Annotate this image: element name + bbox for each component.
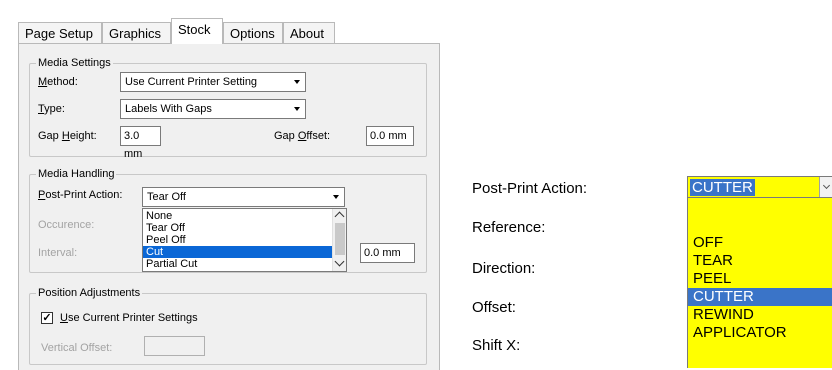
method-combo[interactable]: Use Current Printer Setting bbox=[120, 72, 306, 92]
occurrence-label: Occurence: bbox=[38, 219, 95, 231]
tab-graphics[interactable]: Graphics bbox=[102, 22, 171, 43]
post-print-action-label: Post-Print Action: bbox=[472, 180, 588, 197]
interval-label: Interval: bbox=[38, 247, 78, 259]
gap-height-field[interactable]: 3.0 mm bbox=[120, 126, 161, 160]
interval-field[interactable]: 0.0 mm bbox=[360, 243, 415, 263]
scrollbar-thumb[interactable] bbox=[335, 223, 345, 255]
scroll-up-icon[interactable] bbox=[334, 211, 345, 222]
gap-offset-label: Gap Offset: bbox=[274, 130, 331, 142]
shift-x-label: Shift X: bbox=[472, 337, 521, 354]
tab-page-setup[interactable]: Page Setup bbox=[18, 22, 102, 43]
tab-about[interactable]: About bbox=[283, 22, 335, 43]
media-settings-title: Media Settings bbox=[36, 56, 113, 70]
post-print-dropdown-list[interactable]: None Tear Off Peel Off Cut Partial Cut bbox=[142, 208, 347, 272]
post-print-action-list[interactable]: OFF TEAR PEEL CUTTER REWIND APPLICATOR bbox=[687, 198, 832, 368]
option-off[interactable]: OFF bbox=[688, 234, 832, 252]
option-cutter[interactable]: CUTTER bbox=[688, 288, 832, 306]
dropdown-scrollbar[interactable] bbox=[332, 209, 346, 271]
option-rewind[interactable]: REWIND bbox=[688, 306, 832, 324]
chevron-down-icon[interactable] bbox=[819, 177, 832, 197]
use-current-label: Use Current Printer Settings bbox=[60, 312, 198, 324]
post-print-label: Post-Print Action: bbox=[38, 189, 123, 201]
combo-selected-value: CUTTER bbox=[690, 179, 755, 196]
use-current-checkbox[interactable]: ✓ bbox=[41, 312, 53, 324]
media-handling-title: Media Handling bbox=[36, 167, 117, 181]
chevron-down-icon[interactable] bbox=[329, 190, 342, 204]
type-combo[interactable]: Labels With Gaps bbox=[120, 99, 306, 119]
chevron-down-icon[interactable] bbox=[290, 75, 303, 89]
post-print-value: Tear Off bbox=[147, 191, 186, 203]
option-tear[interactable]: TEAR bbox=[688, 252, 832, 270]
method-label: Method: bbox=[38, 76, 78, 88]
dropdown-option-cut[interactable]: Cut bbox=[143, 246, 346, 258]
dropdown-option-none[interactable]: None bbox=[143, 210, 346, 222]
position-adjustments-title: Position Adjustments bbox=[36, 286, 143, 300]
dropdown-option-tear-off[interactable]: Tear Off bbox=[143, 222, 346, 234]
tab-strip: Page Setup Graphics Stock Options About bbox=[0, 17, 437, 44]
reference-label: Reference: bbox=[472, 219, 546, 236]
scroll-down-icon[interactable] bbox=[334, 256, 345, 267]
dropdown-option-partial-cut[interactable]: Partial Cut bbox=[143, 258, 346, 270]
chevron-down-icon[interactable] bbox=[290, 102, 303, 116]
option-peel[interactable]: PEEL bbox=[688, 270, 832, 288]
gap-offset-field[interactable]: 0.0 mm bbox=[366, 126, 414, 146]
option-applicator[interactable]: APPLICATOR bbox=[688, 324, 832, 342]
vertical-offset-field bbox=[144, 336, 205, 356]
direction-label: Direction: bbox=[472, 260, 536, 277]
offset-label: Offset: bbox=[472, 299, 516, 316]
driver-properties-dialog: Page Setup Graphics Stock Options About … bbox=[0, 0, 440, 370]
tab-options[interactable]: Options bbox=[223, 22, 283, 43]
post-print-combo[interactable]: Tear Off bbox=[142, 187, 345, 207]
method-value: Use Current Printer Setting bbox=[125, 76, 258, 88]
gap-height-label: Gap Height: bbox=[38, 130, 97, 142]
vertical-offset-label: Vertical Offset: bbox=[41, 342, 113, 354]
dropdown-option-peel-off[interactable]: Peel Off bbox=[143, 234, 346, 246]
tab-stock[interactable]: Stock bbox=[171, 18, 223, 44]
type-label: Type: bbox=[38, 103, 65, 115]
post-print-action-combo[interactable]: CUTTER bbox=[687, 176, 832, 198]
type-value: Labels With Gaps bbox=[125, 103, 212, 115]
